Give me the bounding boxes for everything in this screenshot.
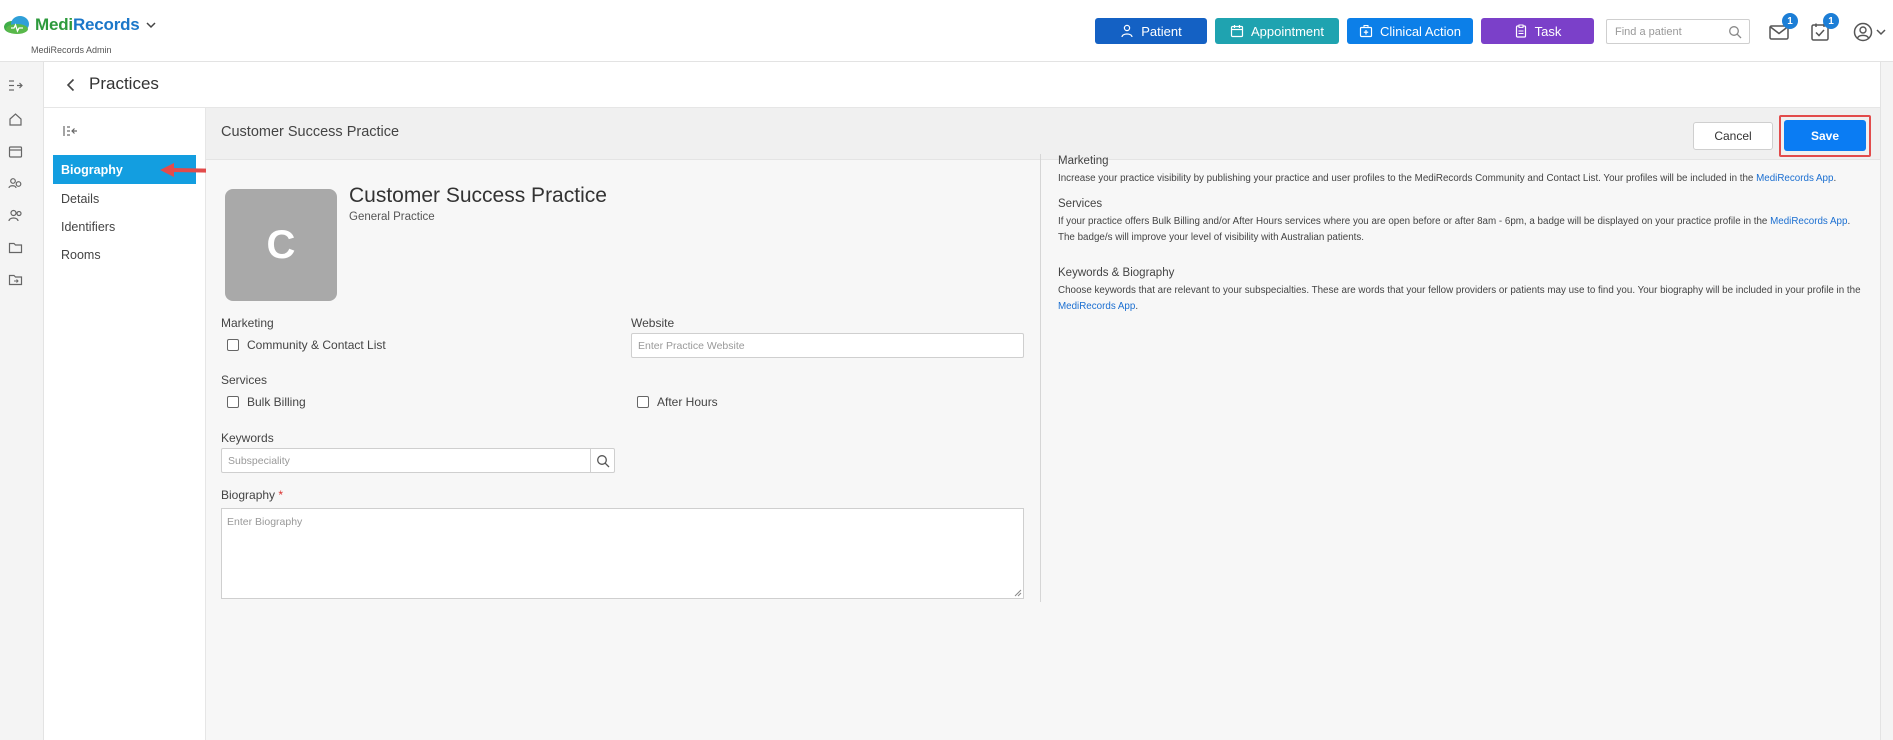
folder-export-icon[interactable] [8,272,38,292]
breadcrumb: Practices [44,62,1880,108]
nav-item-rooms[interactable]: Rooms [53,240,196,269]
task-button[interactable]: Task [1481,18,1594,44]
find-patient-input[interactable]: Find a patient [1606,19,1750,44]
services-info: Services If your practice offers Bulk Bi… [1058,198,1870,246]
column-divider [1040,154,1041,602]
cloud-logo-icon [2,14,32,36]
community-checkbox-row[interactable]: Community & Contact List [227,338,386,352]
keywords-info: Keywords & Biography Choose keywords tha… [1058,267,1870,315]
mediRecords-app-link[interactable]: MediRecords App [1058,301,1135,312]
website-label: Website [631,316,675,330]
patients-icon[interactable] [8,176,28,196]
avatar[interactable]: C [225,189,337,301]
right-rail [1880,62,1893,740]
main-panel: Customer Success Practice Cancel Save C … [206,108,1880,740]
logo-text: MediRecords [35,15,140,34]
practice-header: Customer Success Practice Cancel Save [206,108,1880,160]
mediRecords-app-link[interactable]: MediRecords App [1770,216,1847,227]
nav-item-identifiers[interactable]: Identifiers [53,212,196,241]
chevron-down-icon[interactable] [146,20,156,30]
after-hours-checkbox-row[interactable]: After Hours [637,395,718,409]
keywords-input[interactable]: Subspeciality [221,448,615,473]
chevron-left-icon[interactable] [64,78,78,92]
patient-button[interactable]: Patient [1095,18,1207,44]
sub-navigation: Biography Details Identifiers Rooms [44,108,206,740]
calendar-icon [1230,25,1244,38]
folder-icon[interactable] [8,240,38,260]
home-icon[interactable] [8,112,28,132]
search-icon[interactable] [1728,25,1742,39]
required-marker: * [278,488,284,502]
biography-textarea[interactable]: Enter Biography [221,508,1024,599]
page-title: Practices [89,74,159,93]
clipboard-icon [1515,24,1526,38]
search-icon [596,454,609,467]
clinical-action-button[interactable]: Clinical Action [1347,18,1473,44]
mediRecords-app-link[interactable]: MediRecords App [1756,173,1833,184]
community-checkbox[interactable] [227,339,239,351]
keywords-info-title: Keywords & Biography [1058,267,1175,279]
marketing-info: Marketing Increase your practice visibil… [1058,155,1870,187]
user-menu[interactable] [1852,21,1888,43]
top-bar: MediRecords MediRecords Admin Patient Ap… [0,0,1893,62]
keywords-search-button[interactable] [590,449,614,472]
services-label: Services [221,373,268,387]
biography-label: Biography * [221,488,284,502]
users-icon[interactable] [8,208,28,228]
logo[interactable]: MediRecords [2,14,156,36]
cancel-button[interactable]: Cancel [1693,122,1773,150]
expand-sidebar-icon[interactable] [8,78,28,98]
bulk-billing-checkbox-row[interactable]: Bulk Billing [227,395,306,409]
save-button[interactable]: Save [1784,120,1866,151]
marketing-label: Marketing [221,316,274,330]
calendar-icon[interactable] [8,144,28,164]
practice-type: General Practice [349,211,435,223]
tasks-icon[interactable]: 1 [1809,13,1839,43]
services-info-title: Services [1058,198,1103,210]
nav-item-details[interactable]: Details [53,184,196,213]
user-icon [1121,24,1133,38]
marketing-info-title: Marketing [1058,155,1109,167]
mail-badge: 1 [1782,13,1798,29]
after-hours-checkbox[interactable] [637,396,649,408]
practice-name: Customer Success Practice [349,184,607,207]
website-input[interactable]: Enter Practice Website [631,333,1024,358]
medical-kit-icon [1359,25,1373,38]
keywords-label: Keywords [221,431,274,445]
mail-icon[interactable]: 1 [1768,13,1798,43]
logo-subtitle: MediRecords Admin [31,45,112,55]
bulk-billing-checkbox[interactable] [227,396,239,408]
collapse-sidebar-icon[interactable] [62,124,78,138]
left-rail [0,62,44,740]
tasks-badge: 1 [1823,13,1839,29]
resize-handle-icon[interactable] [1014,589,1022,597]
practice-header-title: Customer Success Practice [221,124,400,140]
appointment-button[interactable]: Appointment [1215,18,1339,44]
